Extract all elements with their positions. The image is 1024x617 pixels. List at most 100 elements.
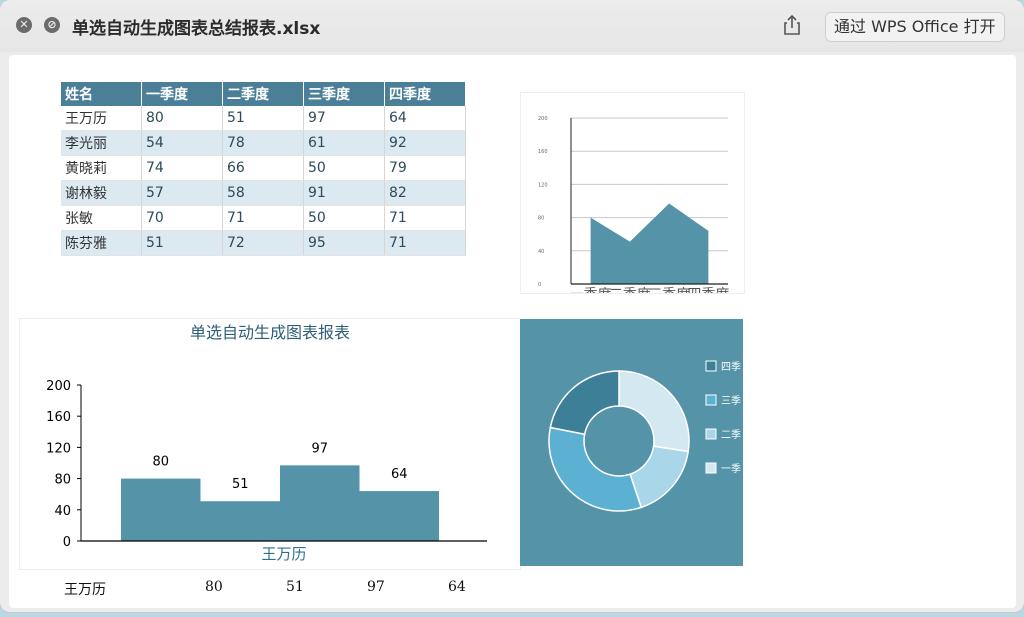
summary-value: 64 (448, 579, 466, 595)
y-tick-label: 40 (538, 249, 544, 255)
legend-label: 四季 (721, 361, 741, 373)
table-row: 陈芬雅 51 72 95 71 (61, 230, 466, 256)
y-tick-label: 0 (538, 282, 541, 288)
bar-chart: 单选自动生成图表报表 0 40 80 120 160 200 80 51 97 64 王万历 (46, 323, 487, 563)
y-tick-label: 200 (538, 116, 548, 122)
bar (200, 501, 280, 541)
table-cell: 61 (303, 130, 385, 156)
table-cell: 72 (222, 230, 304, 256)
header-cell: 姓名 (61, 82, 142, 106)
table-cell: 70 (141, 205, 223, 231)
bar-chart-panel: 单选自动生成图表报表 0 40 80 120 160 200 80 51 97 64 王万历 (19, 318, 521, 570)
area-chart-panel: 0 40 80 120 160 200 一季度二季度三季度四季度 (520, 92, 745, 303)
y-tick-label: 80 (538, 216, 544, 222)
table-cell: 谢林毅 (61, 180, 142, 206)
window-title: 单选自动生成图表总结报表.xlsx (72, 19, 321, 39)
summary-row: 王万历 80 51 97 64 (9, 573, 529, 603)
table-cell: 54 (141, 130, 223, 156)
data-label: 80 (152, 455, 169, 470)
legend-label: 一季 (721, 463, 741, 475)
table-cell: 95 (303, 230, 385, 256)
table-header-row: 姓名 一季度 二季度 三季度 四季度 (61, 82, 466, 106)
table-cell: 黄晓莉 (61, 155, 142, 181)
table-cell: 71 (384, 205, 466, 231)
summary-value: 51 (286, 579, 304, 595)
table-cell: 57 (141, 180, 223, 206)
table-row: 王万历 80 51 97 64 (61, 106, 466, 131)
y-tick-label: 80 (54, 473, 71, 488)
table-cell: 74 (141, 155, 223, 181)
table-cell: 50 (303, 155, 385, 181)
open-with-wps-button[interactable]: 通过 WPS Office 打开 (825, 12, 1005, 42)
data-label: 97 (311, 441, 328, 456)
table-cell: 71 (222, 205, 304, 231)
table-cell: 71 (384, 230, 466, 256)
x-axis-label: 王万历 (261, 545, 306, 563)
legend-swatch (705, 428, 717, 440)
data-table: 姓名 一季度 二季度 三季度 四季度 王万历 80 51 97 64 李光丽 5 (61, 82, 466, 256)
legend-swatch (705, 360, 717, 372)
close-icon[interactable]: ✕ (16, 17, 32, 33)
table-cell: 80 (141, 106, 223, 131)
preview-window: ✕ ⊘ 单选自动生成图表总结报表.xlsx 通过 WPS Office 打开 姓… (0, 0, 1024, 612)
table-cell: 97 (303, 106, 385, 131)
summary-value: 80 (205, 579, 223, 595)
y-tick-label: 120 (538, 182, 548, 188)
table-cell: 陈芬雅 (61, 230, 142, 256)
table-cell: 张敏 (61, 205, 142, 231)
legend-swatch (705, 394, 717, 406)
y-tick-label: 40 (54, 504, 71, 519)
area-series (590, 203, 709, 284)
table-cell: 82 (384, 180, 466, 206)
table-cell: 79 (384, 155, 466, 181)
x-tick-label: 一季度 (570, 287, 612, 293)
summary-value: 97 (367, 579, 385, 595)
table-cell: 91 (303, 180, 385, 206)
table-row: 谢林毅 57 58 91 82 (61, 180, 466, 206)
x-tick-label: 二季度 (609, 287, 651, 293)
table-row: 李光丽 54 78 61 92 (61, 130, 466, 156)
table-cell: 51 (141, 230, 223, 256)
header-cell: 二季度 (222, 82, 304, 106)
table-cell: 64 (384, 106, 466, 131)
minimize-icon[interactable]: ⊘ (44, 17, 60, 33)
table-cell: 50 (303, 205, 385, 231)
header-cell: 四季度 (384, 82, 466, 106)
table-cell: 66 (222, 155, 304, 181)
bar (359, 491, 439, 541)
legend-label: 二季 (721, 429, 741, 441)
header-cell: 一季度 (141, 82, 223, 106)
data-label: 64 (391, 467, 408, 482)
table-row: 张敏 70 71 50 71 (61, 205, 466, 231)
bar (280, 465, 360, 541)
legend-label: 三季 (721, 395, 741, 407)
y-tick-label: 160 (538, 149, 548, 155)
table-row: 黄晓莉 74 66 50 79 (61, 155, 466, 181)
data-label: 51 (232, 477, 249, 492)
y-tick-label: 120 (46, 441, 71, 456)
summary-name: 王万历 (64, 582, 106, 598)
donut-chart: 四季三季二季一季 (548, 360, 741, 512)
donut-chart-panel: 四季 三季 二季 一季 (520, 319, 743, 566)
legend-swatch (705, 462, 717, 474)
table-cell: 51 (222, 106, 304, 131)
area-chart: 0 40 80 120 160 200 一季度二季度三季度四季度 (538, 116, 729, 303)
table-cell: 78 (222, 130, 304, 156)
table-cell: 李光丽 (61, 130, 142, 156)
bar (121, 478, 201, 541)
donut-slice (618, 370, 690, 453)
y-tick-label: 160 (46, 410, 71, 425)
donut-slice (548, 426, 643, 512)
table-cell: 王万历 (61, 106, 142, 131)
y-tick-label: 200 (46, 379, 71, 394)
donut-slice (549, 370, 620, 436)
title-bar: ✕ ⊘ 单选自动生成图表总结报表.xlsx 通过 WPS Office 打开 (0, 0, 1024, 52)
share-icon[interactable] (780, 13, 804, 37)
x-tick-label: 四季度 (687, 287, 729, 293)
chart-title: 单选自动生成图表报表 (190, 323, 350, 342)
table-cell: 92 (384, 130, 466, 156)
x-tick-label: 三季度 (648, 287, 690, 293)
header-cell: 三季度 (303, 82, 385, 106)
spreadsheet-preview: 姓名 一季度 二季度 三季度 四季度 王万历 80 51 97 64 李光丽 5 (9, 55, 1016, 608)
y-tick-label: 0 (63, 535, 71, 550)
